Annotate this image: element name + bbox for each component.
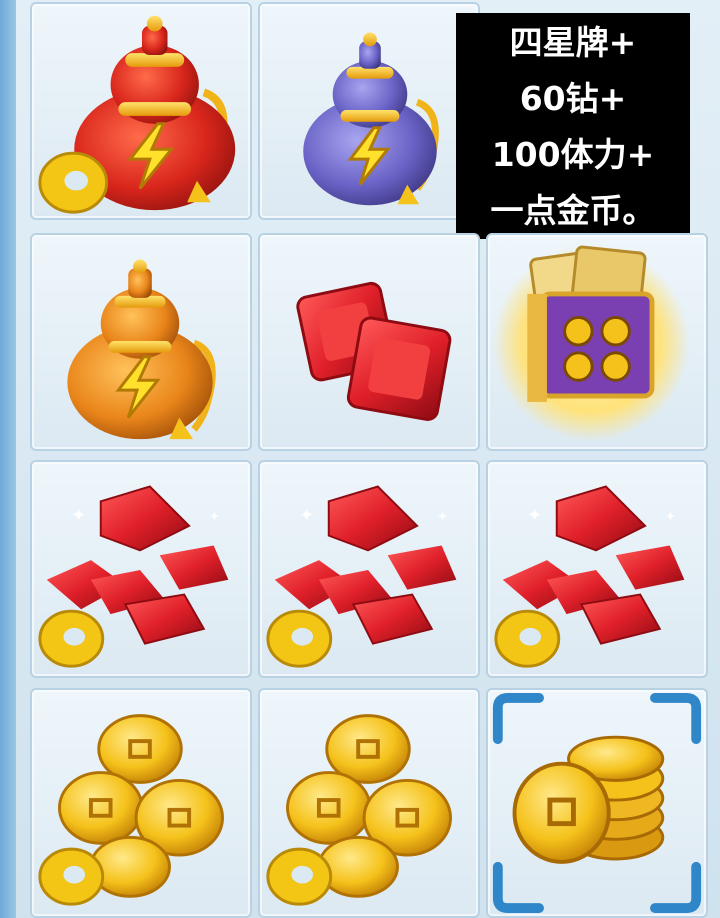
inventory-slot-purple-pouch[interactable] — [258, 2, 480, 220]
gold-ring-coin-icon — [38, 151, 109, 214]
svg-text:✦: ✦ — [527, 506, 542, 526]
gold-ring-coin-icon — [38, 609, 105, 668]
inventory-slot-red-pouch[interactable] — [30, 2, 252, 220]
svg-text:✦: ✦ — [665, 509, 677, 525]
inventory-slot-orange-pouch[interactable] — [30, 233, 252, 451]
ruby-pile-icon: ✦ ✦ — [266, 485, 457, 668]
inventory-slot-ruby-pile-1[interactable]: ✦ ✦ — [30, 460, 252, 678]
left-panel-edge — [0, 0, 16, 918]
red-energy-pouch-icon — [38, 15, 236, 214]
inventory-slot-gold-coins-2[interactable] — [258, 688, 480, 918]
svg-text:✦: ✦ — [209, 509, 221, 525]
gold-ring-coin-icon — [38, 847, 105, 906]
gold-ring-coin-icon — [266, 609, 333, 668]
caption-overlay: 四星牌+ 60钻+ 100体力+ 一点金币。 — [456, 13, 690, 239]
caption-line-3: 100体力+ — [491, 135, 655, 174]
inventory-slot-four-star-card[interactable] — [486, 233, 708, 451]
gold-coin-pile-icon — [266, 714, 452, 906]
gold-coin-stack-icon — [512, 735, 665, 864]
gold-coin-pile-icon — [38, 714, 224, 906]
orange-energy-pouch-icon — [67, 259, 216, 440]
gold-ring-coin-icon — [494, 609, 561, 668]
caption-line-1: 四星牌+ — [509, 23, 637, 62]
svg-text:✦: ✦ — [437, 509, 449, 525]
ruby-gems-icon — [296, 281, 452, 421]
svg-text:✦: ✦ — [71, 506, 86, 526]
inventory-slot-gold-coins-1[interactable] — [30, 688, 252, 918]
inventory-slot-ruby-pile-2[interactable]: ✦ ✦ — [258, 460, 480, 678]
inventory-slot-ruby-pile-3[interactable]: ✦ ✦ — [486, 460, 708, 678]
caption-line-4: 一点金币。 — [490, 191, 656, 230]
four-star-card-icon — [492, 244, 690, 442]
gold-ring-coin-icon — [266, 847, 333, 906]
inventory-slot-ruby-gems[interactable] — [258, 233, 480, 451]
inventory-slot-gold-coin-stack[interactable] — [486, 688, 708, 918]
svg-text:✦: ✦ — [299, 506, 314, 526]
ruby-pile-icon: ✦ ✦ — [494, 485, 685, 668]
purple-energy-pouch-icon — [303, 32, 439, 206]
ruby-pile-icon: ✦ ✦ — [38, 485, 229, 668]
caption-line-2: 60钻+ — [519, 79, 627, 118]
